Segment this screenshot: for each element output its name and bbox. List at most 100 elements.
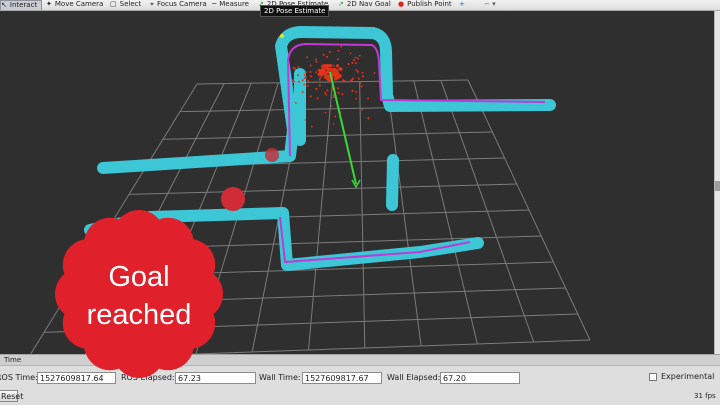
particle	[340, 45, 343, 48]
goal-text-line1: Goal	[108, 261, 170, 293]
wall-elapsed-field[interactable]: 67.20	[440, 372, 520, 384]
particle	[367, 117, 370, 119]
move-camera-label: Move Camera	[54, 0, 104, 8]
particle	[337, 92, 340, 94]
scrollbar-thumb[interactable]	[715, 181, 720, 191]
particle	[310, 125, 313, 128]
robot-start-marker	[280, 34, 284, 38]
particle	[307, 79, 310, 82]
particle	[357, 77, 360, 80]
particle	[355, 69, 358, 72]
particle	[342, 79, 345, 82]
add-tool-button[interactable]: +	[459, 0, 465, 10]
measure-tool-button[interactable]: ─ Measure	[212, 0, 249, 10]
nav-goal-tool-button[interactable]: ↗ 2D Nav Goal	[338, 0, 391, 10]
toolbar: ↖ Interact ✦ Move Camera ▢ Select ⌖ Focus Ca…	[0, 0, 720, 11]
select-label: Select	[119, 0, 142, 8]
particle	[324, 91, 327, 94]
particle	[334, 115, 336, 118]
particle	[309, 95, 312, 98]
particle	[326, 55, 329, 58]
particle	[314, 58, 317, 61]
particle	[359, 82, 362, 85]
remove-tool-button[interactable]: − ▾	[484, 0, 496, 10]
particle	[377, 80, 379, 83]
particle	[319, 76, 322, 79]
particle	[309, 64, 312, 67]
particle	[339, 69, 341, 72]
wall-time-field[interactable]: 1527609817.67	[302, 372, 382, 384]
nav-goal-arrow-icon: ↗	[338, 0, 344, 8]
particle	[329, 51, 332, 53]
particle	[303, 83, 306, 86]
particle	[367, 97, 369, 100]
particle	[343, 80, 346, 83]
particle	[315, 71, 317, 74]
particle	[322, 53, 325, 56]
move-camera-icon: ✦	[46, 0, 52, 8]
particle	[358, 54, 361, 57]
particle	[351, 89, 354, 92]
particle	[373, 72, 376, 74]
heading-arrow	[329, 71, 361, 189]
particle	[347, 63, 350, 65]
experimental-checkbox[interactable]	[649, 373, 657, 381]
goal-marker-small	[265, 148, 279, 162]
particle	[309, 70, 312, 73]
particle	[292, 66, 295, 69]
focus-camera-label: Focus Camera	[156, 0, 207, 8]
particle	[292, 79, 294, 82]
particle	[325, 64, 329, 68]
particle	[351, 61, 354, 64]
particle	[337, 77, 340, 80]
particle	[336, 58, 339, 61]
particle	[355, 62, 357, 65]
move-camera-tool-button[interactable]: ✦ Move Camera	[46, 0, 103, 10]
particle	[303, 77, 306, 80]
select-icon: ▢	[110, 0, 117, 8]
particle	[332, 64, 335, 67]
minus-icon: −	[484, 0, 490, 8]
particle	[326, 89, 329, 92]
publish-point-label: Publish Point	[407, 0, 452, 8]
publish-point-tool-button[interactable]: ● Publish Point	[398, 0, 452, 10]
goal-reached-text: Goal reached	[55, 258, 223, 334]
interact-tool-button[interactable]: ↖ Interact	[0, 0, 42, 10]
plus-icon: +	[459, 0, 465, 8]
particle	[325, 74, 329, 78]
nav-goal-label: 2D Nav Goal	[346, 0, 391, 8]
reset-button[interactable]: Reset	[0, 390, 23, 402]
particle	[332, 70, 335, 73]
select-tool-button[interactable]: ▢ Select	[110, 0, 141, 10]
particle	[301, 91, 304, 93]
particle	[349, 52, 352, 55]
particle	[304, 119, 307, 121]
particle	[321, 68, 324, 71]
measure-label: Measure	[219, 0, 249, 8]
particle	[362, 75, 364, 78]
particle	[355, 90, 358, 93]
chevron-down-icon: ▾	[492, 0, 496, 8]
ros-time-label: ROS Time:	[0, 373, 38, 382]
map-right-segment	[386, 154, 399, 211]
particle	[320, 74, 323, 77]
particle	[324, 111, 327, 114]
particle	[361, 72, 364, 74]
particle	[352, 77, 355, 80]
particle	[314, 80, 317, 83]
viewport-scrollbar[interactable]	[714, 11, 720, 354]
map-pin-icon: ●	[398, 0, 405, 8]
particle	[315, 60, 318, 63]
tooltip: 2D Pose Estimate	[260, 5, 330, 17]
particle	[294, 102, 297, 104]
particle	[322, 64, 325, 67]
particle	[337, 49, 340, 52]
particle	[318, 78, 321, 81]
particle	[297, 65, 300, 68]
particle	[354, 56, 357, 59]
particle	[315, 87, 318, 90]
particle	[330, 105, 333, 108]
particle	[336, 64, 339, 67]
focus-camera-tool-button[interactable]: ⌖ Focus Camera	[150, 0, 207, 10]
particle	[303, 73, 306, 76]
